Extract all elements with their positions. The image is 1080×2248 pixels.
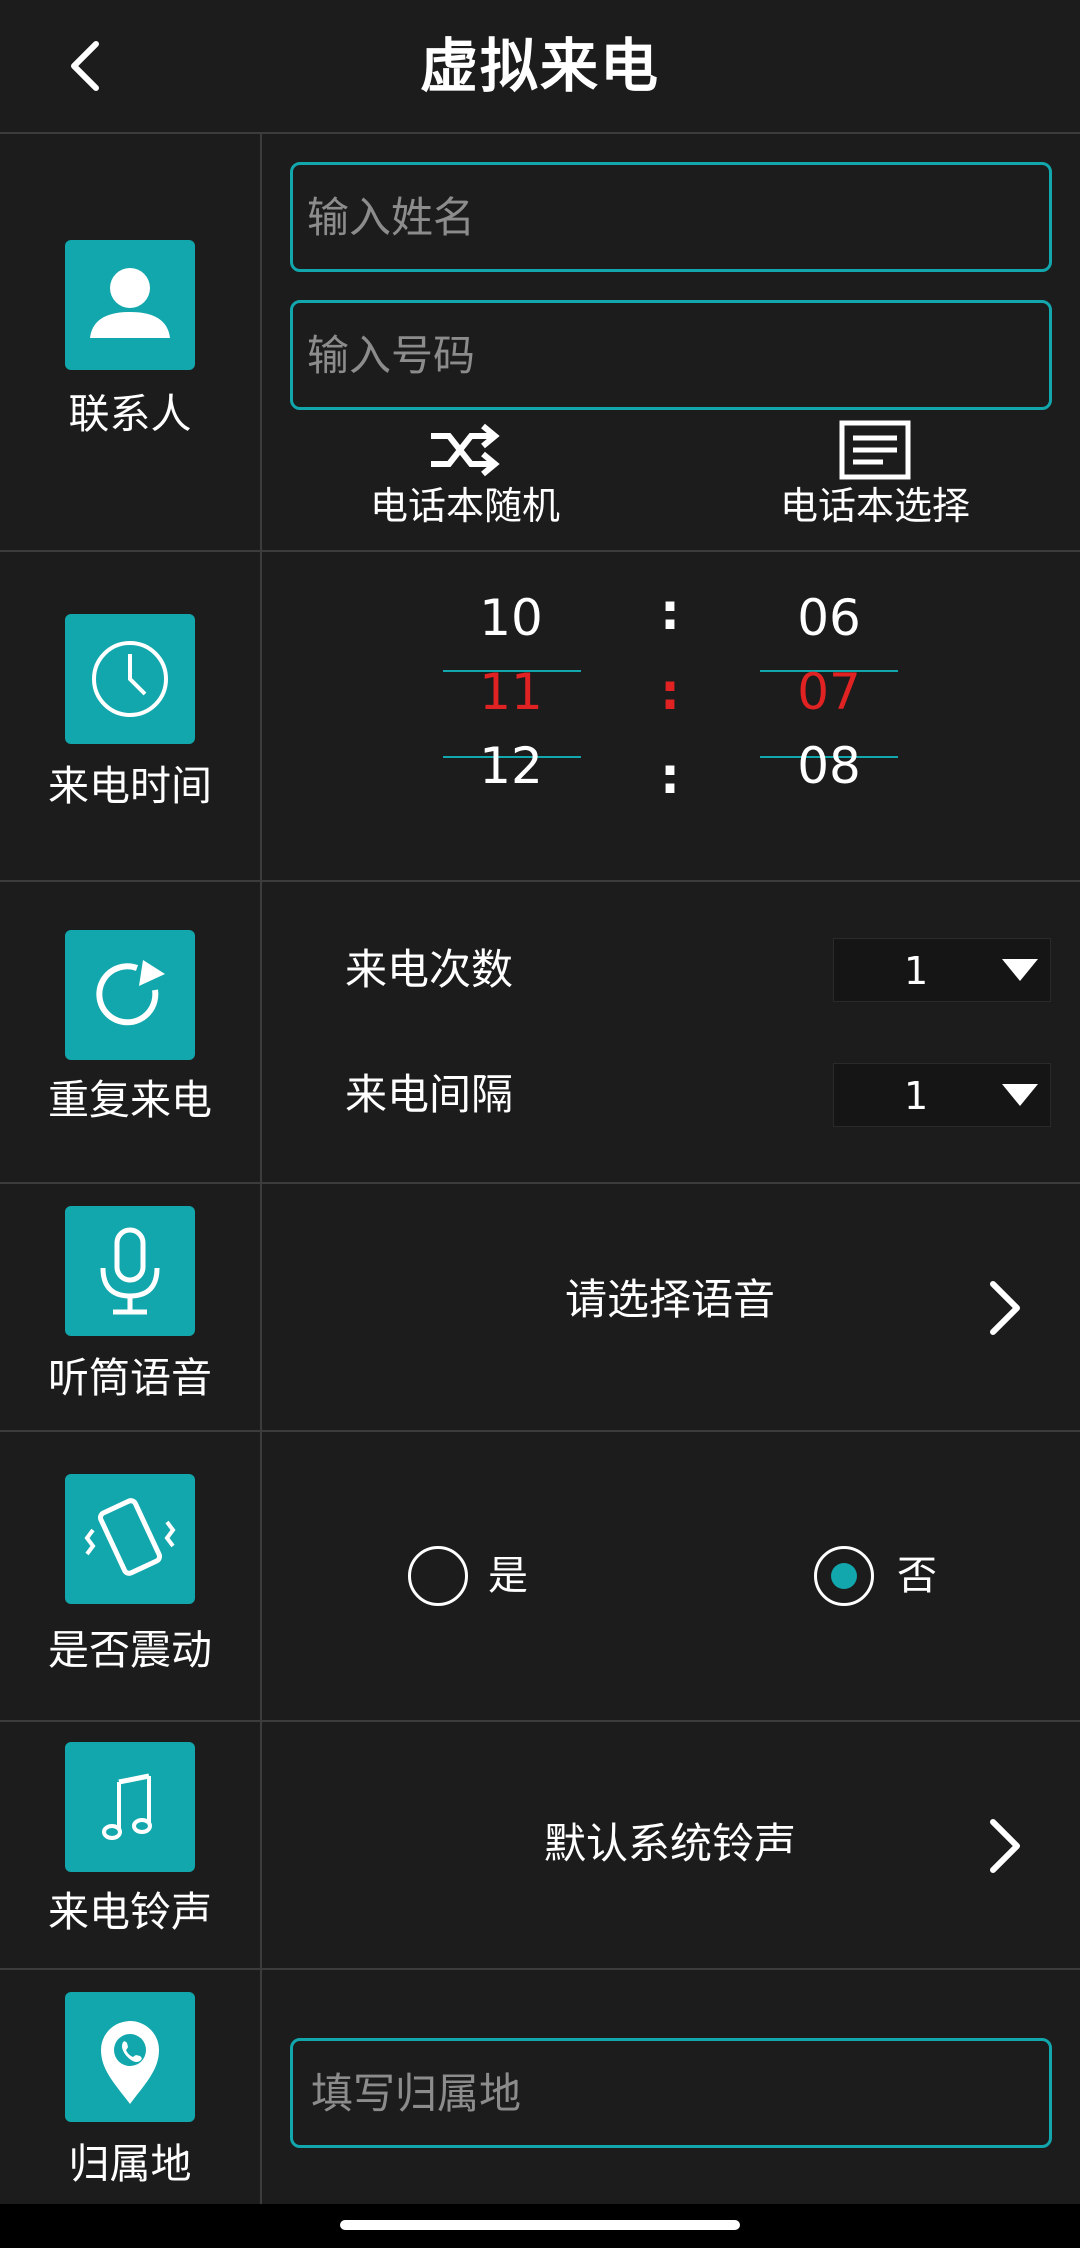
ringtone-tile[interactable] xyxy=(65,1742,195,1872)
contact-tile[interactable] xyxy=(65,240,195,370)
clock-icon xyxy=(92,641,168,717)
colon-selected: : xyxy=(660,663,680,721)
dropdown-arrow-icon xyxy=(1002,959,1038,981)
ringtone-row[interactable]: 来电铃声 默认系统铃声 xyxy=(0,1722,1080,1970)
location-tile[interactable] xyxy=(65,1992,195,2122)
repeat-row: 重复来电 来电次数 1 来电间隔 1 xyxy=(0,882,1080,1184)
vibrate-no-radio[interactable] xyxy=(814,1546,874,1606)
time-label: 来电时间 xyxy=(48,762,212,810)
time-tile[interactable] xyxy=(65,614,195,744)
location-pin-icon xyxy=(101,2021,159,2104)
call-interval-dropdown[interactable]: 1 xyxy=(833,1063,1051,1127)
location-field[interactable] xyxy=(290,2038,1052,2148)
refresh-icon xyxy=(96,960,165,1026)
vibrate-label: 是否震动 xyxy=(48,1626,212,1674)
vibrate-row: 是否震动 是 否 xyxy=(0,1432,1080,1722)
call-count-dropdown[interactable]: 1 xyxy=(833,938,1051,1002)
microphone-icon xyxy=(100,1227,160,1315)
dropdown-arrow-icon xyxy=(1002,1084,1038,1106)
hour-prev[interactable]: 10 xyxy=(441,588,581,648)
call-interval-label: 来电间隔 xyxy=(345,1070,514,1119)
call-count-value: 1 xyxy=(904,949,929,993)
ringtone-label: 来电铃声 xyxy=(48,1888,212,1936)
name-field[interactable] xyxy=(290,162,1052,272)
vibrate-yes-radio[interactable] xyxy=(408,1546,468,1606)
ringtone-value[interactable]: 默认系统铃声 xyxy=(480,1814,860,1874)
minute-prev[interactable]: 06 xyxy=(759,588,899,648)
call-interval-value: 1 xyxy=(904,1074,929,1118)
phonebook-select-button[interactable]: 电话本选择 xyxy=(765,420,985,532)
call-count-label: 来电次数 xyxy=(345,945,514,994)
repeat-tile[interactable] xyxy=(65,930,195,1060)
vibrate-yes-label[interactable]: 是 xyxy=(488,1546,528,1606)
location-label: 归属地 xyxy=(68,2140,192,2188)
name-input[interactable] xyxy=(293,165,1049,269)
hour-next[interactable]: 12 xyxy=(441,736,581,796)
voice-row[interactable]: 听筒语音 请选择语音 xyxy=(0,1184,1080,1432)
colon-top: : xyxy=(660,583,680,641)
number-field[interactable] xyxy=(290,300,1052,410)
voice-label: 听筒语音 xyxy=(48,1354,212,1402)
contact-label: 联系人 xyxy=(68,390,192,438)
location-row: 归属地 xyxy=(0,1970,1080,2204)
time-row: 来电时间 10 11 12 : : : 06 07 08 xyxy=(0,552,1080,882)
number-input[interactable] xyxy=(293,303,1049,407)
vibrate-phone-icon xyxy=(84,1498,176,1576)
minute-next[interactable]: 08 xyxy=(759,736,899,796)
home-indicator[interactable] xyxy=(340,2220,740,2230)
hour-selected[interactable]: 11 xyxy=(441,662,581,722)
vibrate-tile[interactable] xyxy=(65,1474,195,1604)
voice-tile[interactable] xyxy=(65,1206,195,1336)
music-note-icon xyxy=(102,1773,152,1840)
page-title: 虚拟来电 xyxy=(419,32,660,100)
repeat-label: 重复来电 xyxy=(48,1076,212,1124)
list-icon xyxy=(839,420,911,480)
phonebook-select-label: 电话本选择 xyxy=(779,484,970,528)
colon-bottom: : xyxy=(660,747,680,805)
shuffle-icon xyxy=(431,423,500,477)
person-icon xyxy=(90,268,170,338)
voice-value[interactable]: 请选择语音 xyxy=(500,1270,840,1330)
phonebook-random-label: 电话本随机 xyxy=(369,484,560,528)
radio-selected-dot xyxy=(831,1563,857,1589)
minute-selected[interactable]: 07 xyxy=(759,662,899,722)
contact-row: 联系人 电话本随机 电话本选择 xyxy=(0,134,1080,552)
vibrate-no-label[interactable]: 否 xyxy=(897,1546,937,1606)
header-bar: 虚拟来电 xyxy=(0,0,1080,134)
chevron-right-icon[interactable] xyxy=(985,1816,1025,1876)
location-input[interactable] xyxy=(293,2041,1049,2145)
phonebook-random-button[interactable]: 电话本随机 xyxy=(355,420,575,532)
chevron-right-icon[interactable] xyxy=(985,1278,1025,1338)
